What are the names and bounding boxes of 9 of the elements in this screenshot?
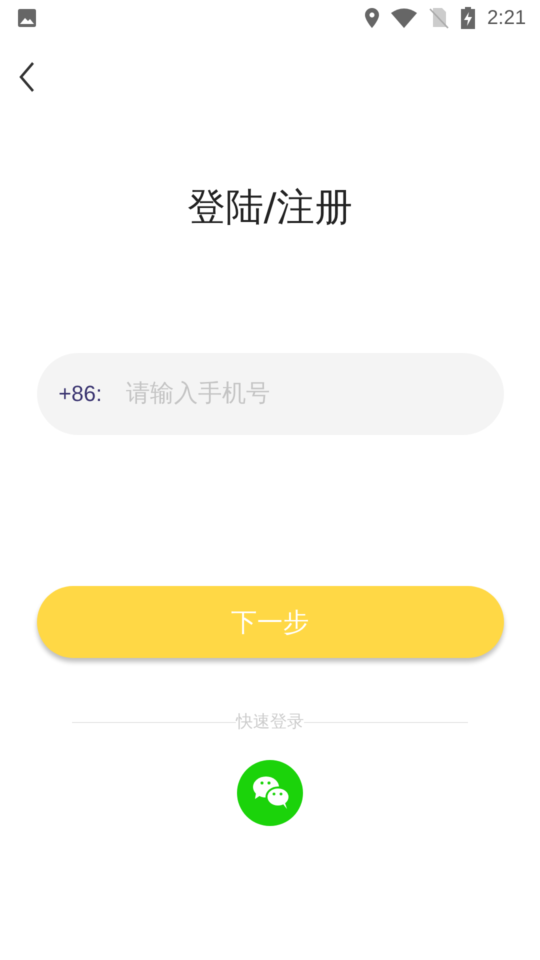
back-icon[interactable] bbox=[19, 62, 35, 92]
page-title: 登陆/注册 bbox=[188, 184, 352, 231]
no-sim-icon bbox=[429, 7, 450, 29]
status-time: 2:21 bbox=[487, 6, 526, 30]
location-icon bbox=[365, 8, 380, 28]
country-code: +86: bbox=[58, 381, 102, 407]
image-icon bbox=[17, 8, 37, 28]
battery-charging-icon bbox=[461, 7, 476, 29]
wifi-icon bbox=[391, 8, 418, 28]
